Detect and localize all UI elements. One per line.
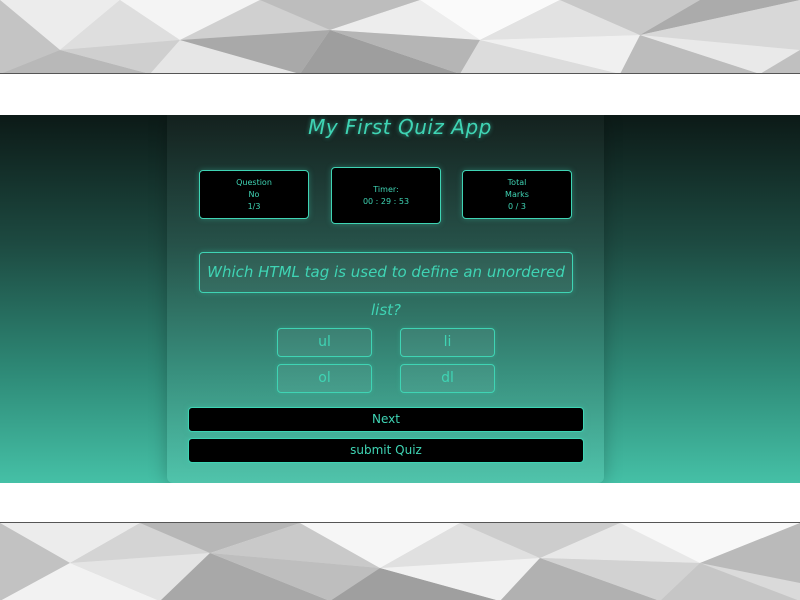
timer-value: 00 : 29 : 53 [362,196,410,206]
total-marks-box: Total Marks 0 / 3 [462,170,572,219]
question-label-line1: Question [236,177,272,187]
submit-quiz-button[interactable]: submit Quiz [188,438,584,463]
marks-value: 0 / 3 [508,201,526,211]
question-number-box: Question No 1/3 [199,170,309,219]
marks-label-line1: Total [507,177,527,187]
option-ol-button[interactable]: ol [277,364,372,393]
option-ul-button[interactable]: ul [277,328,372,357]
background-top-lowpoly [0,0,800,74]
next-button[interactable]: Next [188,407,584,432]
option-dl-button[interactable]: dl [400,364,495,393]
quiz-stage: My First Quiz App Question No 1/3 Timer:… [0,115,800,483]
question-number-value: 1/3 [247,201,261,211]
option-li-button[interactable]: li [400,328,495,357]
background-bottom-lowpoly [0,522,800,600]
question-label-line2: No [248,189,260,199]
question-text: Which HTML tag is used to define an unor… [199,252,573,319]
timer-box: Timer: 00 : 29 : 53 [331,167,441,224]
timer-label: Timer: [373,184,399,194]
app-title: My First Quiz App [308,115,492,139]
marks-label-line2: Marks [505,189,529,199]
